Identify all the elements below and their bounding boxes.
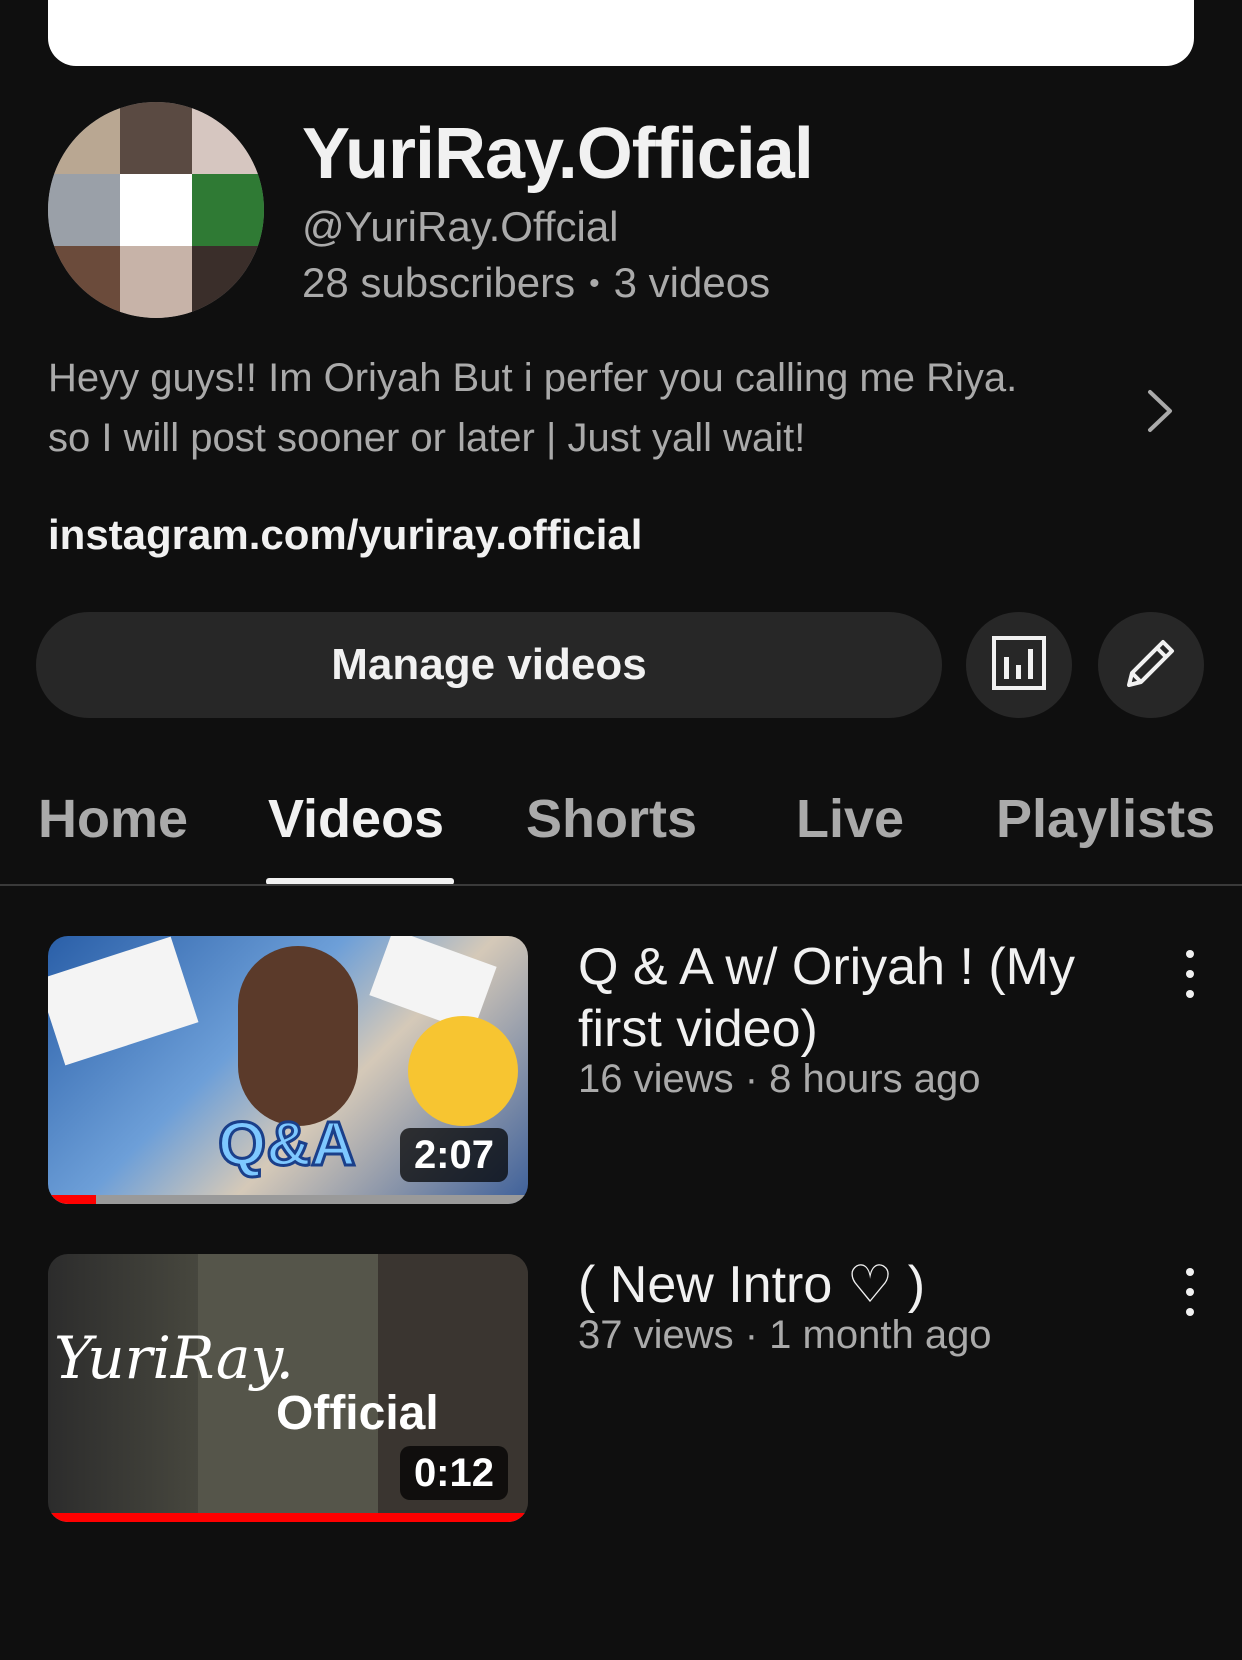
watch-progress-bar bbox=[48, 1195, 528, 1204]
video-title[interactable]: Q & A w/ Oriyah ! (My first video) bbox=[578, 936, 1118, 1060]
video-list-item[interactable]: YuriRay. Official 0:12 ( New Intro ♡ ) 3… bbox=[48, 1254, 1218, 1526]
channel-handle: @YuriRay.Offcial bbox=[302, 203, 619, 250]
analytics-icon bbox=[991, 635, 1047, 696]
thumbnail-text: Q&A bbox=[217, 1109, 358, 1181]
thumbnail-script-text: YuriRay. bbox=[54, 1324, 294, 1392]
channel-name: YuriRay.Official bbox=[302, 114, 814, 194]
video-list-item[interactable]: Q&A 2:07 Q & A w/ Oriyah ! (My first vid… bbox=[48, 936, 1218, 1208]
manage-videos-button[interactable]: Manage videos bbox=[36, 612, 942, 718]
video-duration: 2:07 bbox=[399, 1128, 508, 1182]
analytics-button[interactable] bbox=[966, 612, 1072, 718]
edit-pencil-icon bbox=[1121, 633, 1181, 698]
tab-playlists[interactable]: Playlists bbox=[996, 784, 1215, 854]
watch-progress-fill bbox=[48, 1513, 528, 1522]
channel-tabs: Home Videos Shorts Live Playlists bbox=[0, 770, 1242, 886]
avatar[interactable] bbox=[48, 102, 264, 318]
video-meta: 16 views · 8 hours ago bbox=[578, 1057, 981, 1101]
edit-channel-button[interactable] bbox=[1098, 612, 1204, 718]
video-count: 3 videos bbox=[613, 259, 771, 306]
video-meta: 37 views · 1 month ago bbox=[578, 1313, 992, 1357]
tab-videos[interactable]: Videos bbox=[268, 784, 444, 854]
more-options-icon[interactable] bbox=[1170, 944, 1210, 1004]
tab-shorts[interactable]: Shorts bbox=[526, 784, 697, 854]
thumbnail-text: Official bbox=[276, 1387, 439, 1440]
tabs-divider bbox=[0, 884, 1242, 886]
channel-link[interactable]: instagram.com/yuriray.official bbox=[48, 508, 642, 562]
video-thumbnail[interactable]: YuriRay. Official 0:12 bbox=[48, 1254, 528, 1522]
watch-progress-fill bbox=[48, 1195, 96, 1204]
more-options-icon[interactable] bbox=[1170, 1262, 1210, 1322]
channel-banner[interactable] bbox=[48, 0, 1194, 66]
video-thumbnail[interactable]: Q&A 2:07 bbox=[48, 936, 528, 1204]
tab-live[interactable]: Live bbox=[796, 784, 904, 854]
chevron-right-icon[interactable] bbox=[1140, 386, 1180, 436]
video-title[interactable]: ( New Intro ♡ ) bbox=[578, 1254, 1118, 1316]
channel-page: YuriRay.Official @YuriRay.Offcial 28 sub… bbox=[0, 0, 1242, 1660]
channel-description[interactable]: Heyy guys!! Im Oriyah But i perfer you c… bbox=[48, 348, 1058, 468]
thumbnail-sticker bbox=[48, 936, 199, 1066]
watch-progress-bar bbox=[48, 1513, 528, 1522]
channel-stats: 28 subscribers • 3 videos bbox=[302, 258, 770, 313]
subscriber-count: 28 subscribers bbox=[302, 259, 576, 306]
tab-home[interactable]: Home bbox=[38, 784, 188, 854]
video-duration: 0:12 bbox=[399, 1446, 508, 1500]
thumbnail-person bbox=[238, 946, 358, 1126]
emoji-thinking-icon bbox=[408, 1016, 518, 1126]
stats-separator: • bbox=[589, 267, 600, 300]
